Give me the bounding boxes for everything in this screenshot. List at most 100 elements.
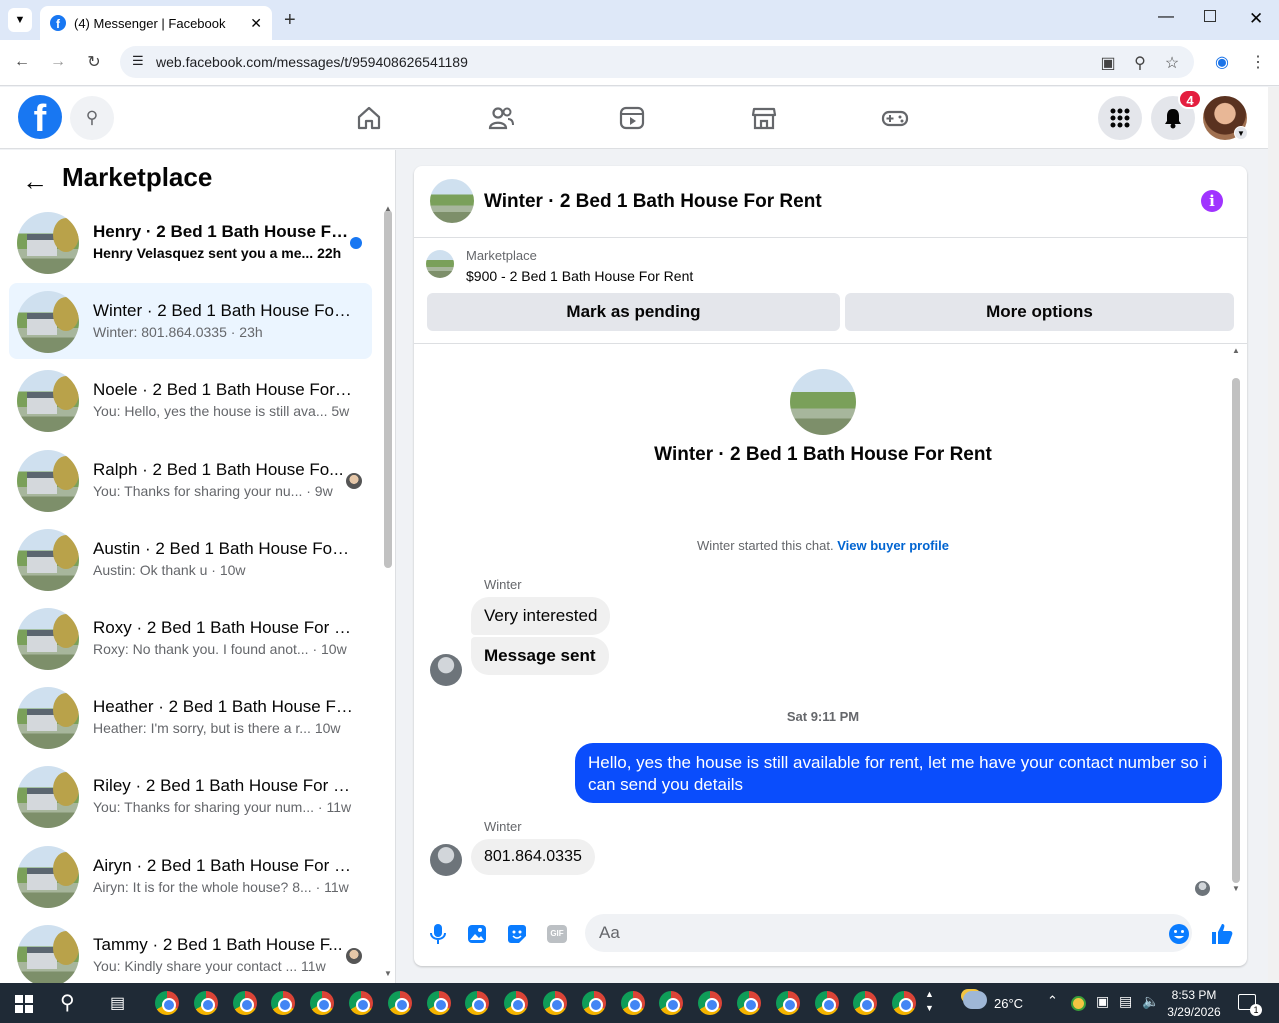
maximize-icon[interactable] xyxy=(1204,10,1216,22)
chrome-taskbar-icon[interactable] xyxy=(426,991,451,1015)
friends-icon[interactable] xyxy=(487,104,515,132)
profile-icon[interactable]: ◉ xyxy=(1212,52,1232,72)
bookmark-star-icon[interactable]: ☆ xyxy=(1162,53,1182,73)
scroll-up-icon[interactable]: ▲ xyxy=(1232,346,1240,355)
panel-title: Marketplace xyxy=(62,162,213,192)
read-receipt-avatar xyxy=(1195,881,1210,896)
minimize-icon[interactable]: — xyxy=(1158,8,1174,26)
conversation-item[interactable]: Winter · 2 Bed 1 Bath House For ... Winte… xyxy=(9,283,372,360)
page-scrollbar[interactable] xyxy=(1268,87,1279,983)
microphone-icon[interactable] xyxy=(426,922,450,946)
chrome-taskbar-icon[interactable] xyxy=(387,991,412,1015)
back-icon[interactable]: ← xyxy=(12,53,32,71)
conversation-item[interactable]: Riley · 2 Bed 1 Bath House For R... You: … xyxy=(9,758,372,834)
conversation-item[interactable]: Noele · 2 Bed 1 Bath House For ... You: H… xyxy=(9,362,372,438)
conversation-item[interactable]: Ralph · 2 Bed 1 Bath House Fo... You: Tha… xyxy=(9,442,372,518)
incoming-message[interactable]: 801.864.0335 xyxy=(471,839,595,875)
meet-icon[interactable]: ▣ xyxy=(1096,993,1109,1010)
show-hidden-icons-icon[interactable]: ⌃ xyxy=(1047,993,1058,1009)
gif-icon[interactable]: GIF xyxy=(545,922,569,946)
view-buyer-profile-link[interactable]: View buyer profile xyxy=(837,538,949,553)
mark-as-pending-button[interactable]: Mark as pending xyxy=(427,293,840,331)
conversation-item[interactable]: Airyn · 2 Bed 1 Bath House For R... Airyn… xyxy=(9,838,372,914)
windows-start-icon[interactable] xyxy=(15,995,33,1013)
chrome-taskbar-icon[interactable] xyxy=(232,991,257,1015)
video-icon[interactable] xyxy=(618,104,646,132)
install-app-icon[interactable]: ▣ xyxy=(1098,53,1118,73)
browser-tab[interactable]: f (4) Messenger | Facebook ✕ xyxy=(40,6,272,40)
reload-icon[interactable]: ↻ xyxy=(84,52,104,72)
gaming-icon[interactable] xyxy=(881,104,909,132)
weather-cloud-icon[interactable] xyxy=(963,991,987,1009)
listing-thumbnail[interactable] xyxy=(426,250,454,278)
menu-grid-icon xyxy=(1110,108,1130,128)
forward-icon[interactable]: → xyxy=(48,53,68,71)
chat-header-thumbnail[interactable] xyxy=(430,179,474,223)
taskbar-clock[interactable]: 8:53 PM 3/29/2026 xyxy=(1162,987,1226,1021)
sender-avatar[interactable] xyxy=(430,844,462,876)
chrome-taskbar-icon[interactable] xyxy=(581,991,606,1015)
emoji-icon[interactable] xyxy=(1167,922,1191,946)
seen-avatar xyxy=(346,947,362,964)
conversation-list-scrollbar[interactable] xyxy=(384,210,392,568)
photo-icon[interactable] xyxy=(465,922,489,946)
message-scrollbar[interactable] xyxy=(1232,378,1240,883)
close-window-icon[interactable]: ✕ xyxy=(1249,9,1263,29)
scroll-down-icon[interactable]: ▼ xyxy=(384,969,392,978)
tray-app-icon[interactable] xyxy=(1071,996,1086,1011)
conversation-item[interactable]: Henry · 2 Bed 1 Bath House Fo... Henry Ve… xyxy=(9,204,372,280)
chrome-taskbar-icon[interactable] xyxy=(155,991,179,1015)
conversation-preview: Austin: Ok thank u · 10w xyxy=(93,562,353,578)
address-bar[interactable]: ☰ web.facebook.com/messages/t/9594086265… xyxy=(120,46,1194,78)
outgoing-message[interactable]: Hello, yes the house is still available … xyxy=(575,743,1222,803)
tab-list-icon[interactable]: ▼ xyxy=(8,8,32,32)
chrome-taskbar-icon[interactable] xyxy=(814,991,839,1015)
volume-icon[interactable]: 🔈 xyxy=(1142,993,1159,1010)
scroll-up-icon[interactable]: ▲ xyxy=(384,204,392,213)
info-icon[interactable]: i xyxy=(1201,190,1223,212)
conversation-item[interactable]: Tammy · 2 Bed 1 Bath House F... You: Kind… xyxy=(9,917,372,993)
menu-button[interactable] xyxy=(1098,96,1142,140)
zoom-icon[interactable]: ⚲ xyxy=(1130,53,1150,73)
sender-avatar[interactable] xyxy=(430,654,462,686)
marketplace-icon[interactable] xyxy=(750,104,778,132)
scroll-down-icon[interactable]: ▼ xyxy=(1232,884,1240,893)
site-info-icon[interactable]: ☰ xyxy=(132,53,144,69)
conversation-name: Winter · 2 Bed 1 Bath House For ... xyxy=(93,301,353,321)
home-icon[interactable] xyxy=(355,104,383,132)
back-arrow-icon[interactable]: ← xyxy=(22,166,48,197)
conversation-item[interactable]: Austin · 2 Bed 1 Bath House For ... Austi… xyxy=(9,521,372,597)
weather-temp[interactable]: 26°C xyxy=(994,996,1023,1011)
message-input[interactable]: Aa xyxy=(585,914,1192,952)
task-view-icon[interactable]: ▤ xyxy=(110,993,125,1013)
account-chevron-down-icon[interactable]: ▼ xyxy=(1234,126,1248,140)
chrome-taskbar-icon[interactable] xyxy=(543,991,567,1015)
search-button[interactable]: ⚲ xyxy=(70,96,114,140)
sticker-icon[interactable] xyxy=(505,922,529,946)
chat-title[interactable]: Winter · 2 Bed 1 Bath House For Rent xyxy=(484,191,822,213)
chrome-taskbar-icon[interactable] xyxy=(504,991,529,1015)
close-tab-icon[interactable]: ✕ xyxy=(250,15,262,32)
incoming-message[interactable]: Very interested xyxy=(471,597,611,635)
facebook-logo[interactable]: f xyxy=(18,95,62,139)
conversation-thumbnail xyxy=(17,766,79,829)
chrome-taskbar-icon[interactable] xyxy=(892,991,917,1015)
listing-price-title[interactable]: $900 - 2 Bed 1 Bath House For Rent xyxy=(466,268,693,284)
incoming-message[interactable]: Message sent xyxy=(471,637,609,675)
more-options-button[interactable]: More options xyxy=(845,293,1234,331)
chrome-taskbar-icon[interactable] xyxy=(310,991,335,1015)
chrome-taskbar-icon[interactable] xyxy=(775,991,800,1015)
browser-menu-icon[interactable]: ⋮ xyxy=(1248,52,1268,72)
chrome-taskbar-icon[interactable] xyxy=(620,991,645,1015)
tray-scroll-icon[interactable]: ▲ ▼ xyxy=(925,987,934,1015)
chrome-taskbar-icon[interactable] xyxy=(349,991,373,1015)
conversation-item[interactable]: Roxy · 2 Bed 1 Bath House For R... Roxy: … xyxy=(9,600,372,676)
chrome-taskbar-icon[interactable] xyxy=(698,991,723,1015)
taskbar-search-icon[interactable]: ⚲ xyxy=(60,990,75,1015)
chrome-taskbar-icon[interactable] xyxy=(193,991,218,1015)
chrome-taskbar-icon[interactable] xyxy=(737,991,761,1015)
like-thumbs-up-icon[interactable] xyxy=(1210,922,1234,946)
conversation-item[interactable]: Heather · 2 Bed 1 Bath House Fo... Heathe… xyxy=(9,679,372,755)
network-icon[interactable]: ▤ xyxy=(1119,993,1132,1010)
new-tab-icon[interactable]: + xyxy=(284,9,296,32)
